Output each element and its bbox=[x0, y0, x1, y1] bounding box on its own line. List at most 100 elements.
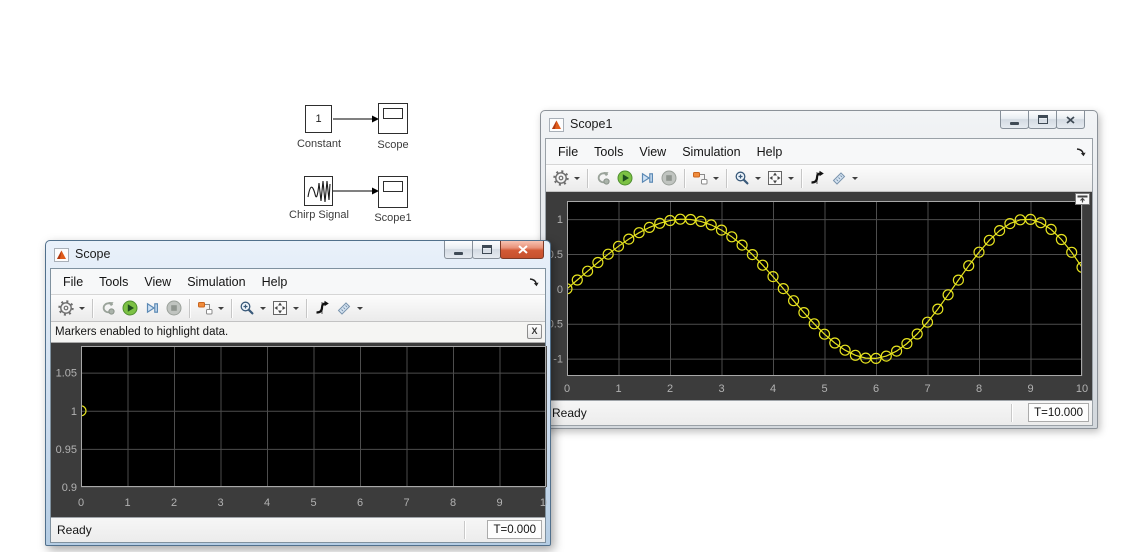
settings-button[interactable] bbox=[55, 297, 77, 319]
minimize-icon bbox=[454, 252, 463, 255]
scope1-close-button[interactable] bbox=[1056, 111, 1085, 129]
svg-text:0: 0 bbox=[78, 497, 84, 509]
highlight-simulink-block-button-dropdown[interactable] bbox=[216, 297, 225, 319]
scope1-block[interactable] bbox=[378, 176, 408, 208]
svg-text:1.05: 1.05 bbox=[56, 368, 77, 380]
scope1-dock-button[interactable] bbox=[1075, 193, 1090, 205]
fit-to-view-button-dropdown[interactable] bbox=[291, 297, 300, 319]
statusbar-divider bbox=[1011, 404, 1012, 422]
menu-tools[interactable]: Tools bbox=[586, 141, 631, 163]
menu-help[interactable]: Help bbox=[749, 141, 791, 163]
settings-button-dropdown[interactable] bbox=[572, 167, 581, 189]
scope-block[interactable] bbox=[378, 103, 408, 134]
highlight-simulink-block-button[interactable] bbox=[194, 297, 216, 319]
zoom-in-button-dropdown[interactable] bbox=[753, 167, 762, 189]
constant-value: 1 bbox=[315, 113, 321, 125]
highlight-simulink-block-button-dropdown[interactable] bbox=[711, 167, 720, 189]
menu-file[interactable]: File bbox=[550, 141, 586, 163]
step-forward-icon bbox=[144, 300, 160, 316]
scope-maximize-button[interactable] bbox=[472, 241, 501, 259]
measurements-button-dropdown[interactable] bbox=[850, 167, 859, 189]
run-button[interactable] bbox=[119, 297, 141, 319]
svg-text:8: 8 bbox=[976, 383, 982, 395]
trigger-button[interactable] bbox=[806, 167, 828, 189]
fit-to-view-button-dropdown[interactable] bbox=[786, 167, 795, 189]
svg-text:3: 3 bbox=[718, 383, 724, 395]
measurements-ruler-icon bbox=[831, 170, 847, 186]
zoom-in-button-dropdown[interactable] bbox=[258, 297, 267, 319]
constant-block-label: Constant bbox=[287, 138, 351, 150]
scope-statusbar: Ready T=0.000 bbox=[51, 517, 545, 542]
scope1-window-icon bbox=[549, 118, 564, 132]
chirp-signal-block-label: Chirp Signal bbox=[283, 209, 355, 221]
zoom-in-icon bbox=[239, 300, 255, 316]
svg-text:3: 3 bbox=[217, 497, 223, 509]
measurements-ruler-icon bbox=[336, 300, 352, 316]
scope1-minimize-button[interactable] bbox=[1000, 111, 1029, 129]
toolbar-separator bbox=[92, 299, 93, 318]
step-back-button[interactable] bbox=[592, 167, 614, 189]
scope1-toolbar bbox=[546, 165, 1092, 192]
toolbar-separator bbox=[306, 299, 307, 318]
constant-block[interactable]: 1 bbox=[305, 105, 332, 133]
menu-simulation[interactable]: Simulation bbox=[674, 141, 748, 163]
toolbar-separator bbox=[684, 169, 685, 188]
measurements-button[interactable] bbox=[333, 297, 355, 319]
stop-button[interactable] bbox=[163, 297, 185, 319]
svg-text:9: 9 bbox=[1027, 383, 1033, 395]
step-forward-button[interactable] bbox=[636, 167, 658, 189]
step-back-button[interactable] bbox=[97, 297, 119, 319]
svg-text:6: 6 bbox=[873, 383, 879, 395]
scope-window-icon bbox=[54, 248, 69, 262]
stop-button[interactable] bbox=[658, 167, 680, 189]
highlight-block-icon bbox=[197, 300, 213, 316]
toolbar-separator bbox=[801, 169, 802, 188]
scope1-window: Scope1 File Tools View Simulation Help bbox=[540, 110, 1098, 429]
scope-titlebar[interactable]: Scope bbox=[50, 241, 546, 268]
svg-text:7: 7 bbox=[403, 497, 409, 509]
scope-minimize-button[interactable] bbox=[444, 241, 473, 259]
menu-simulation[interactable]: Simulation bbox=[179, 271, 253, 293]
notification-close-button[interactable]: X bbox=[527, 324, 542, 339]
toolbar-separator bbox=[726, 169, 727, 188]
chirp-signal-block[interactable] bbox=[304, 176, 333, 206]
scope1-plot: 10.50-0.5-1012345678910 bbox=[546, 192, 1094, 400]
trigger-button[interactable] bbox=[311, 297, 333, 319]
svg-text:8: 8 bbox=[450, 497, 456, 509]
measurements-button[interactable] bbox=[828, 167, 850, 189]
scope1-block-label: Scope1 bbox=[366, 212, 420, 224]
scope-block-screen-icon bbox=[383, 108, 403, 119]
scope1-maximize-button[interactable] bbox=[1028, 111, 1057, 129]
fit-to-view-button[interactable] bbox=[269, 297, 291, 319]
svg-text:4: 4 bbox=[264, 497, 270, 509]
step-forward-button[interactable] bbox=[141, 297, 163, 319]
stop-icon bbox=[166, 300, 182, 316]
svg-text:-1: -1 bbox=[553, 354, 563, 366]
menu-view[interactable]: View bbox=[136, 271, 179, 293]
scope1-window-title: Scope1 bbox=[570, 117, 612, 131]
svg-text:0: 0 bbox=[557, 284, 563, 296]
menu-overflow-arrow-icon[interactable] bbox=[1075, 146, 1087, 158]
settings-button-dropdown[interactable] bbox=[77, 297, 86, 319]
settings-button[interactable] bbox=[550, 167, 572, 189]
fit-to-view-button[interactable] bbox=[764, 167, 786, 189]
run-button[interactable] bbox=[614, 167, 636, 189]
zoom-in-button[interactable] bbox=[731, 167, 753, 189]
scope1-sim-time: T=10.000 bbox=[1028, 403, 1089, 422]
toolbar-separator bbox=[231, 299, 232, 318]
menu-tools[interactable]: Tools bbox=[91, 271, 136, 293]
svg-text:0: 0 bbox=[564, 383, 570, 395]
svg-text:7: 7 bbox=[924, 383, 930, 395]
scope1-plot-region: 10.50-0.5-1012345678910 bbox=[546, 192, 1092, 400]
maximize-icon bbox=[482, 245, 492, 254]
highlight-simulink-block-button[interactable] bbox=[689, 167, 711, 189]
settings-gear-icon bbox=[58, 300, 74, 316]
menu-help[interactable]: Help bbox=[254, 271, 296, 293]
scope-close-button[interactable] bbox=[500, 241, 544, 259]
scope1-titlebar[interactable]: Scope1 bbox=[545, 111, 1093, 138]
menu-view[interactable]: View bbox=[631, 141, 674, 163]
menu-overflow-arrow-icon[interactable] bbox=[528, 276, 540, 288]
menu-file[interactable]: File bbox=[55, 271, 91, 293]
measurements-button-dropdown[interactable] bbox=[355, 297, 364, 319]
zoom-in-button[interactable] bbox=[236, 297, 258, 319]
